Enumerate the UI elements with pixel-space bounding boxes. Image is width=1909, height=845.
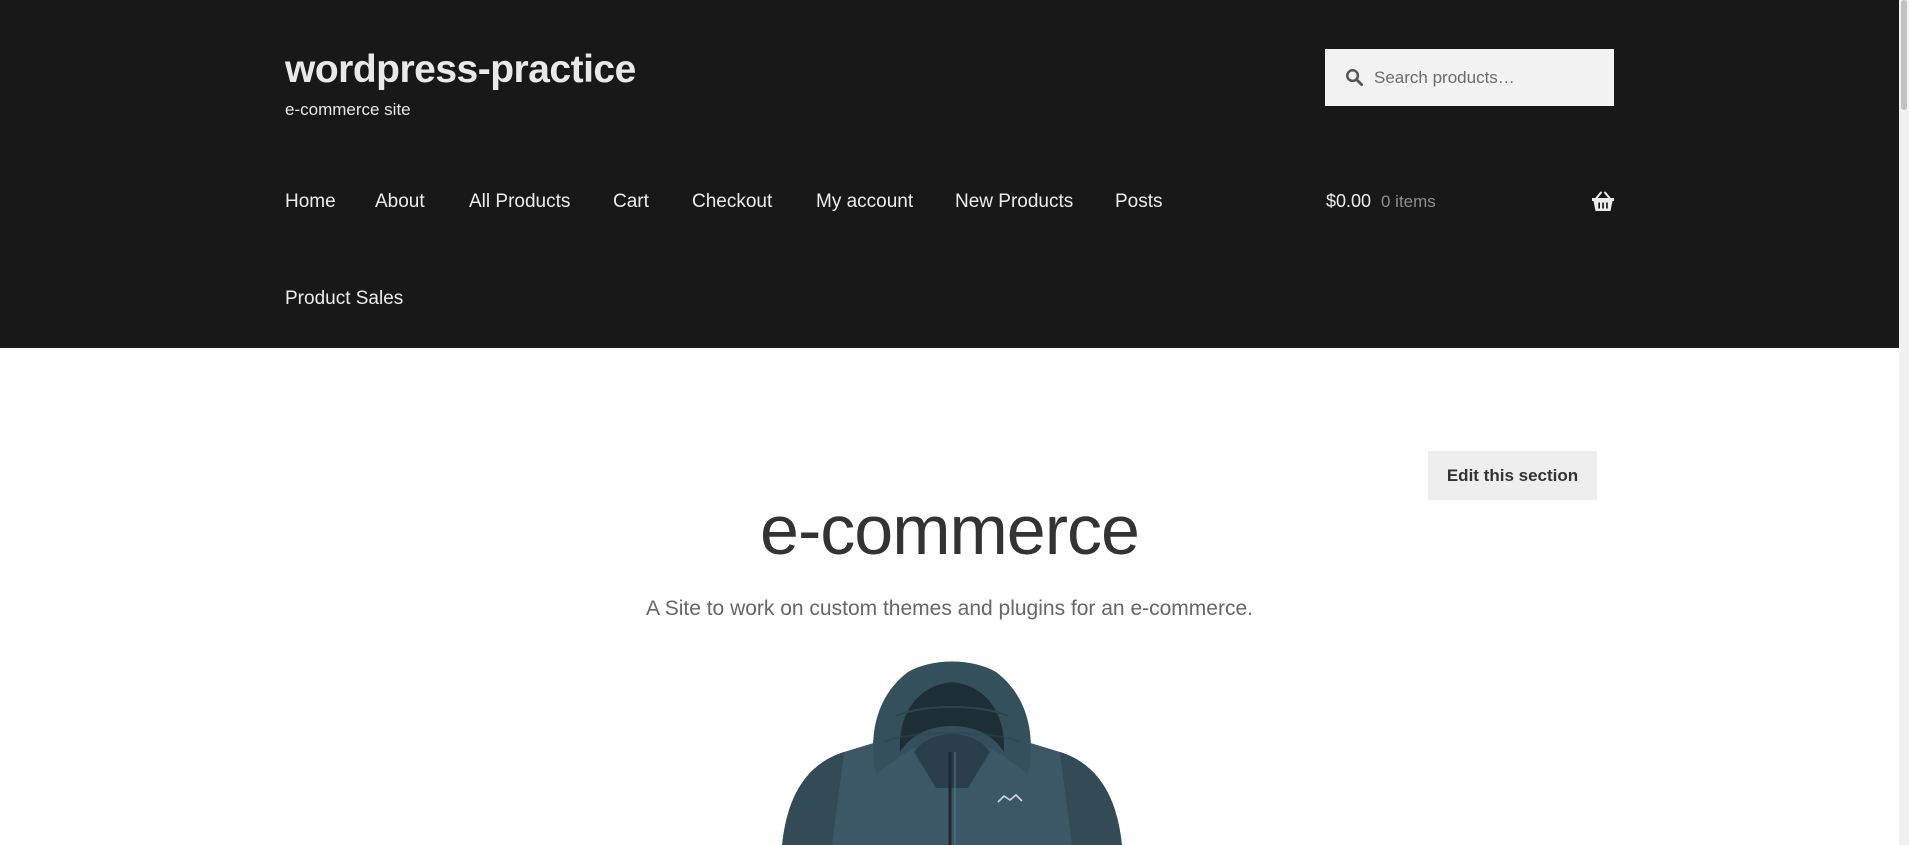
nav-item-about[interactable]: About xyxy=(375,191,425,213)
nav-item-checkout[interactable]: Checkout xyxy=(692,191,772,213)
search-box[interactable] xyxy=(1325,49,1614,106)
scrollbar-thumb[interactable] xyxy=(1901,0,1907,110)
page: wordpress-practice e-commerce site Home … xyxy=(0,0,1909,845)
nav-item-new-products[interactable]: New Products xyxy=(955,191,1073,213)
nav-item-posts[interactable]: Posts xyxy=(1115,191,1163,213)
site-title[interactable]: wordpress-practice xyxy=(285,48,636,92)
section-title: e-commerce xyxy=(760,491,1140,569)
cart-count[interactable]: 0 items xyxy=(1381,192,1436,212)
cart-total[interactable]: $0.00 xyxy=(1326,191,1371,212)
search-input[interactable] xyxy=(1374,67,1604,88)
page-scrollbar[interactable] xyxy=(1899,0,1909,845)
section-description: A Site to work on custom themes and plug… xyxy=(646,597,1253,620)
search-icon xyxy=(1345,68,1364,87)
nav-item-cart[interactable]: Cart xyxy=(613,191,649,213)
nav-item-all-products[interactable]: All Products xyxy=(469,191,570,213)
nav-item-my-account[interactable]: My account xyxy=(816,191,913,213)
product-image-jacket[interactable] xyxy=(772,656,1132,845)
nav-item-product-sales[interactable]: Product Sales xyxy=(285,288,403,310)
site-tagline: e-commerce site xyxy=(285,100,411,119)
nav-item-home[interactable]: Home xyxy=(285,191,336,213)
site-header: wordpress-practice e-commerce site Home … xyxy=(0,0,1899,348)
basket-icon[interactable] xyxy=(1591,191,1615,217)
